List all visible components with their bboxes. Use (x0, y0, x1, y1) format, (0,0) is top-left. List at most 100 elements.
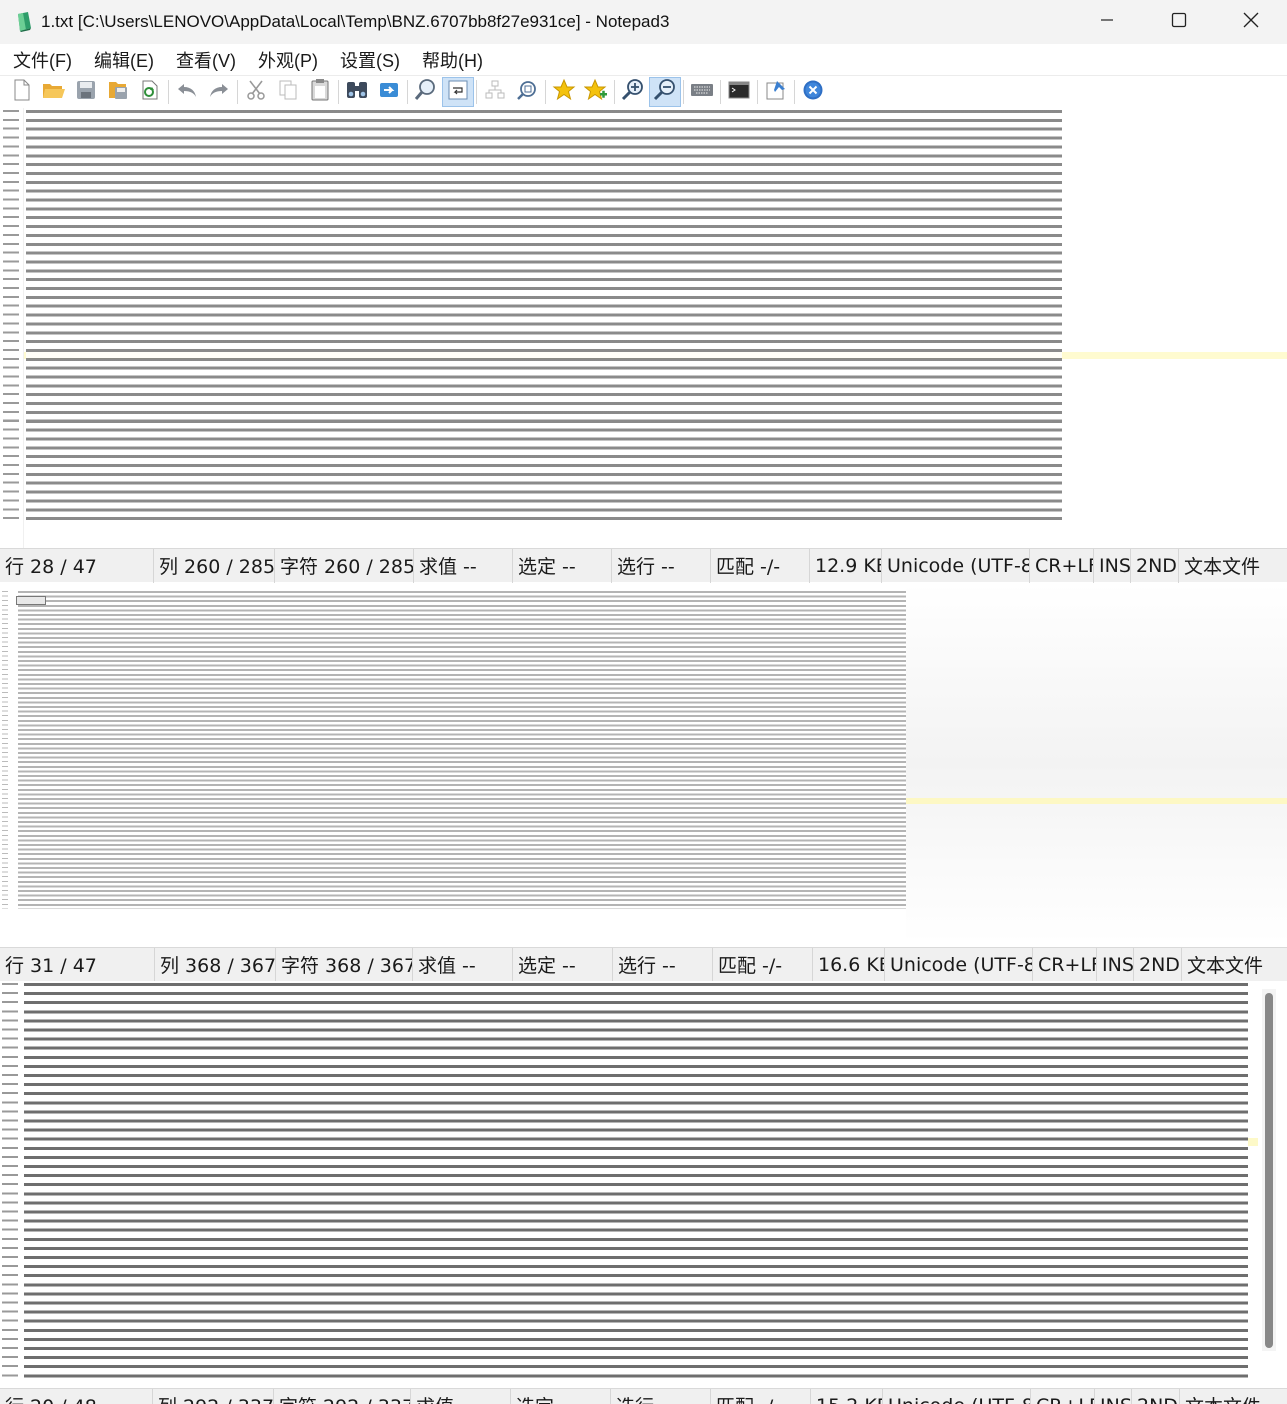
close-document-icon (802, 79, 824, 106)
status-mode[interactable]: 2ND (1131, 549, 1179, 583)
menu-help[interactable]: 帮助(H) (411, 47, 494, 73)
editor-text-area-3[interactable] (0, 981, 1287, 1404)
cut-icon (245, 79, 267, 106)
minimize-icon (1100, 13, 1114, 32)
editor-text-area[interactable] (0, 108, 1287, 548)
toolbar-separator (168, 80, 169, 104)
status-encoding[interactable]: Unicode (UTF-8) (882, 549, 1030, 583)
status-line[interactable]: 行 20 / 48 (0, 1389, 153, 1404)
zoom-out-button[interactable] (649, 77, 681, 107)
status-eol[interactable]: CR+LF (1031, 1389, 1095, 1404)
status-encoding[interactable]: Unicode (UTF-8) (885, 948, 1033, 982)
status-match[interactable]: 匹配 -/- (711, 549, 810, 583)
undo-icon (176, 81, 198, 104)
status-file-size[interactable]: 15.2 KB (811, 1389, 883, 1404)
zoom-in-button[interactable] (617, 77, 649, 107)
status-encoding[interactable]: Unicode (UTF-8) (883, 1389, 1031, 1404)
document-text-lines (18, 591, 906, 909)
add-favorite-button[interactable] (580, 77, 612, 107)
favorites-button[interactable] (548, 77, 580, 107)
open-folder-icon (42, 80, 66, 105)
add-favorite-icon (584, 78, 608, 107)
menu-file[interactable]: 文件(F) (2, 47, 83, 73)
status-mode[interactable]: 2ND (1132, 1389, 1180, 1404)
paste-button[interactable] (304, 77, 336, 107)
status-eol[interactable]: CR+LF (1030, 549, 1094, 583)
new-file-button[interactable] (6, 77, 38, 107)
status-character[interactable]: 字符 368 / 367 (276, 948, 413, 982)
status-match[interactable]: 匹配 -/- (711, 1389, 811, 1404)
menu-view[interactable]: 查看(V) (165, 47, 247, 73)
schema-icon (484, 79, 506, 106)
status-file-type[interactable]: 文本文件 (1179, 549, 1279, 583)
status-column[interactable]: 列 368 / 367 (155, 948, 276, 982)
status-selection[interactable]: 选定 -- (511, 1389, 611, 1404)
find-button[interactable] (341, 77, 373, 107)
toolbar-separator (407, 80, 408, 104)
status-column[interactable]: 列 292 / 337 (153, 1389, 274, 1404)
save-button[interactable] (70, 77, 102, 107)
status-insert-mode[interactable]: INS (1094, 549, 1131, 583)
status-selection[interactable]: 选定 -- (513, 948, 613, 982)
keyboard-button[interactable] (686, 77, 718, 107)
word-wrap-icon (448, 80, 468, 105)
status-selected-lines[interactable]: 选行 -- (612, 549, 711, 583)
copy-button[interactable] (272, 77, 304, 107)
replace-button[interactable] (373, 77, 405, 107)
goto-button[interactable] (511, 77, 543, 107)
redo-button[interactable] (203, 77, 235, 107)
save-icon (76, 80, 96, 105)
status-insert-mode[interactable]: INS (1097, 948, 1134, 982)
word-wrap-button[interactable] (442, 77, 474, 107)
status-file-size[interactable]: 16.6 KB (813, 948, 885, 982)
status-selected-lines[interactable]: 选行 -- (613, 948, 713, 982)
maximize-button[interactable] (1143, 0, 1215, 44)
open-button[interactable] (38, 77, 70, 107)
document-text-lines (26, 110, 1062, 526)
search-button[interactable] (410, 77, 442, 107)
toolbar-separator (614, 80, 615, 104)
menu-appearance[interactable]: 外观(P) (247, 47, 329, 73)
cut-button[interactable] (240, 77, 272, 107)
status-character[interactable]: 字符 292 / 337 (274, 1389, 411, 1404)
status-file-size[interactable]: 12.9 KB (810, 549, 882, 583)
menu-settings[interactable]: 设置(S) (329, 47, 411, 73)
status-file-type[interactable]: 文本文件 (1182, 948, 1282, 982)
status-eol[interactable]: CR+LF (1033, 948, 1097, 982)
status-line[interactable]: 行 31 / 47 (0, 948, 155, 982)
status-column[interactable]: 列 260 / 285 (154, 549, 275, 583)
status-eval[interactable]: 求值 -- (413, 948, 513, 982)
reload-button[interactable] (134, 77, 166, 107)
status-bar: 行 28 / 47 列 260 / 285 字符 260 / 285 求值 --… (0, 548, 1287, 582)
editor-text-area-2[interactable] (0, 583, 1287, 981)
status-bar-3: 行 20 / 48 列 292 / 337 字符 292 / 337 求值 --… (0, 1388, 1287, 1404)
status-file-type[interactable]: 文本文件 (1180, 1389, 1280, 1404)
search-magnifier-icon (414, 78, 438, 107)
toolbar-separator (338, 80, 339, 104)
save-as-button[interactable] (102, 77, 134, 107)
toolbar-separator (545, 80, 546, 104)
window-title: 1.txt [C:\Users\LENOVO\AppData\Local\Tem… (41, 12, 669, 32)
status-mode[interactable]: 2ND (1134, 948, 1182, 982)
schema-button[interactable] (479, 77, 511, 107)
menu-edit[interactable]: 编辑(E) (83, 47, 165, 73)
close-document-button[interactable] (797, 77, 829, 107)
status-eval[interactable]: 求值 -- (411, 1389, 511, 1404)
status-bar-2: 行 31 / 47 列 368 / 367 字符 368 / 367 求值 --… (0, 947, 1287, 981)
close-button[interactable] (1215, 0, 1287, 44)
status-character[interactable]: 字符 260 / 285 (275, 549, 414, 583)
pin-button[interactable] (760, 77, 792, 107)
paste-icon (309, 78, 331, 107)
zoom-in-icon (621, 78, 645, 107)
minimize-button[interactable] (1071, 0, 1143, 44)
status-match[interactable]: 匹配 -/- (713, 948, 813, 982)
status-insert-mode[interactable]: INS (1095, 1389, 1132, 1404)
status-selected-lines[interactable]: 选行 -- (611, 1389, 711, 1404)
scrollbar-thumb[interactable] (1265, 993, 1273, 1348)
status-selection[interactable]: 选定 -- (513, 549, 612, 583)
status-line[interactable]: 行 28 / 47 (0, 549, 154, 583)
undo-button[interactable] (171, 77, 203, 107)
status-eval[interactable]: 求值 -- (414, 549, 513, 583)
terminal-button[interactable] (723, 77, 755, 107)
toolbar-separator (757, 80, 758, 104)
